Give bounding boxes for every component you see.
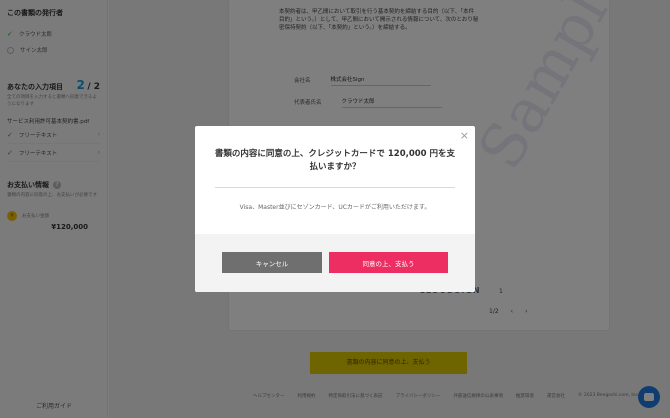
cancel-button[interactable]: キャンセル (222, 252, 322, 273)
card-note: Visa、Master並びにセゾンカード、UCカードがご利用いただけます。 (239, 204, 431, 211)
dialog-footer: キャンセル 同意の上、支払う (195, 234, 475, 292)
payment-confirm-dialog: × 書類の内容に同意の上、クレジットカードで 120,000 円を支払いますか？… (195, 126, 475, 292)
dialog-title: 書類の内容に同意の上、クレジットカードで 120,000 円を支払いますか？ (214, 149, 456, 172)
agree-pay-confirm-button[interactable]: 同意の上、支払う (329, 252, 448, 273)
close-icon[interactable]: × (460, 130, 469, 142)
divider (215, 187, 455, 188)
